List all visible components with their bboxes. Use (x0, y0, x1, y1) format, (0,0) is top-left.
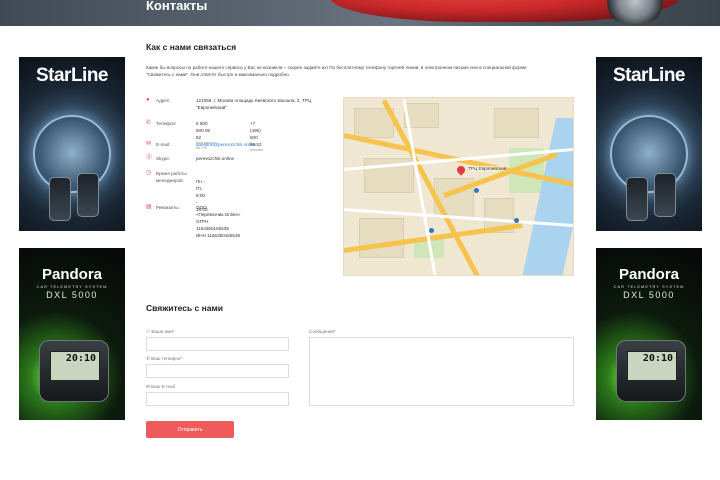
pandora-logo: Pandora (618, 266, 679, 283)
phone-moscow-value: +7 (495) 500 06 52 Москва (250, 120, 263, 153)
starline-keyfob-image (77, 173, 99, 217)
message-label: Сообщение* (309, 329, 336, 334)
clock-icon: ◷ (146, 170, 152, 176)
starline-keyfob-image (49, 177, 71, 221)
pandora-screen: 20:10 (627, 351, 677, 381)
pandora-ad-right[interactable]: Pandora CAR TELEMETRY SYSTEM DXL 5000 20… (596, 248, 702, 420)
starline-globe-graphic (610, 115, 688, 193)
hero-banner: Контакты (0, 0, 720, 26)
page-title: Контакты (146, 0, 208, 12)
map-river (521, 118, 573, 275)
requisites-inn: ИНН 1166350155535 (196, 233, 241, 238)
skype-label: Skype: (156, 156, 171, 161)
email-field-label: ✉ Ваш E-mail (146, 384, 175, 389)
map-marker-icon: ● (146, 97, 150, 103)
pandora-model: DXL 5000 (623, 290, 675, 300)
metro-icon (514, 218, 519, 223)
pandora-screen: 20:10 (50, 351, 100, 381)
requisites-company: ООО «Перевозчик.Online» (196, 205, 241, 217)
starline-logo: StarLine (612, 65, 686, 86)
requisites-label: Реквизиты: (156, 205, 180, 210)
email-link[interactable]: question@perevozchik.online (196, 141, 256, 148)
hero-wheel-image (600, 0, 670, 24)
envelope-icon: ✉ (146, 141, 152, 147)
name-input[interactable] (146, 337, 289, 351)
hours-label: Время работы менеджеров: (156, 171, 187, 183)
phone-free-number[interactable]: 8 800 500 06 52 (196, 121, 210, 140)
requisites-ogrn: ОГРН 1164350155535 (196, 219, 229, 231)
location-map[interactable]: ТРЦ Европейский (343, 97, 574, 276)
skype-value[interactable]: perevozchik.online (196, 155, 234, 162)
email-label: E-mail: (156, 142, 171, 147)
form-heading: Свяжитесь с нами (146, 303, 224, 313)
metro-icon (429, 228, 434, 233)
name-label: ⚇ Ваше имя* (146, 329, 175, 334)
phone-field-label: ✆ Ваш телефон* (146, 356, 183, 361)
location-pin-icon[interactable] (455, 164, 467, 176)
phone-moscow-hint: Москва (250, 148, 263, 152)
starline-ad-left[interactable]: StarLine (19, 57, 125, 231)
starline-keyfob-image (626, 177, 648, 221)
starline-ad-right[interactable]: StarLine (596, 57, 702, 231)
pandora-model: DXL 5000 (46, 290, 98, 300)
starline-globe-graphic (33, 115, 111, 193)
map-block (494, 108, 539, 138)
pandora-subtitle: CAR TELEMETRY SYSTEM (36, 284, 108, 289)
pandora-logo: Pandora (41, 266, 102, 283)
pandora-keyfob-image: 20:10 (616, 340, 686, 402)
requisites-value: ООО «Перевозчик.Online» ОГРН 11643501555… (196, 204, 240, 239)
document-icon: ▤ (146, 204, 152, 210)
metro-icon (474, 188, 479, 193)
map-pin-label: ТРЦ Европейский (468, 166, 507, 171)
contact-intro: Какие бы вопросы по работе нашего сервис… (146, 65, 527, 77)
contact-heading: Как с нами связаться (146, 42, 237, 52)
phone-label: Телефон: (156, 121, 177, 126)
pandora-subtitle: CAR TELEMETRY SYSTEM (613, 284, 685, 289)
skype-icon: Ⓢ (146, 155, 153, 161)
phone-icon: ✆ (146, 120, 152, 126)
submit-button[interactable]: Отправить (146, 421, 234, 438)
starline-keyfob-image (654, 173, 676, 217)
map-block (359, 218, 404, 258)
starline-logo: StarLine (35, 65, 109, 86)
pandora-keyfob-image: 20:10 (39, 340, 109, 402)
email-input[interactable] (146, 392, 289, 406)
pandora-ad-left[interactable]: Pandora CAR TELEMETRY SYSTEM DXL 5000 20… (19, 248, 125, 420)
phone-input[interactable] (146, 364, 289, 378)
address-value: 121059, г. Москва площадь Киевского вокз… (196, 98, 312, 110)
address-label: Адрес: (156, 98, 171, 103)
message-textarea[interactable] (309, 337, 574, 406)
